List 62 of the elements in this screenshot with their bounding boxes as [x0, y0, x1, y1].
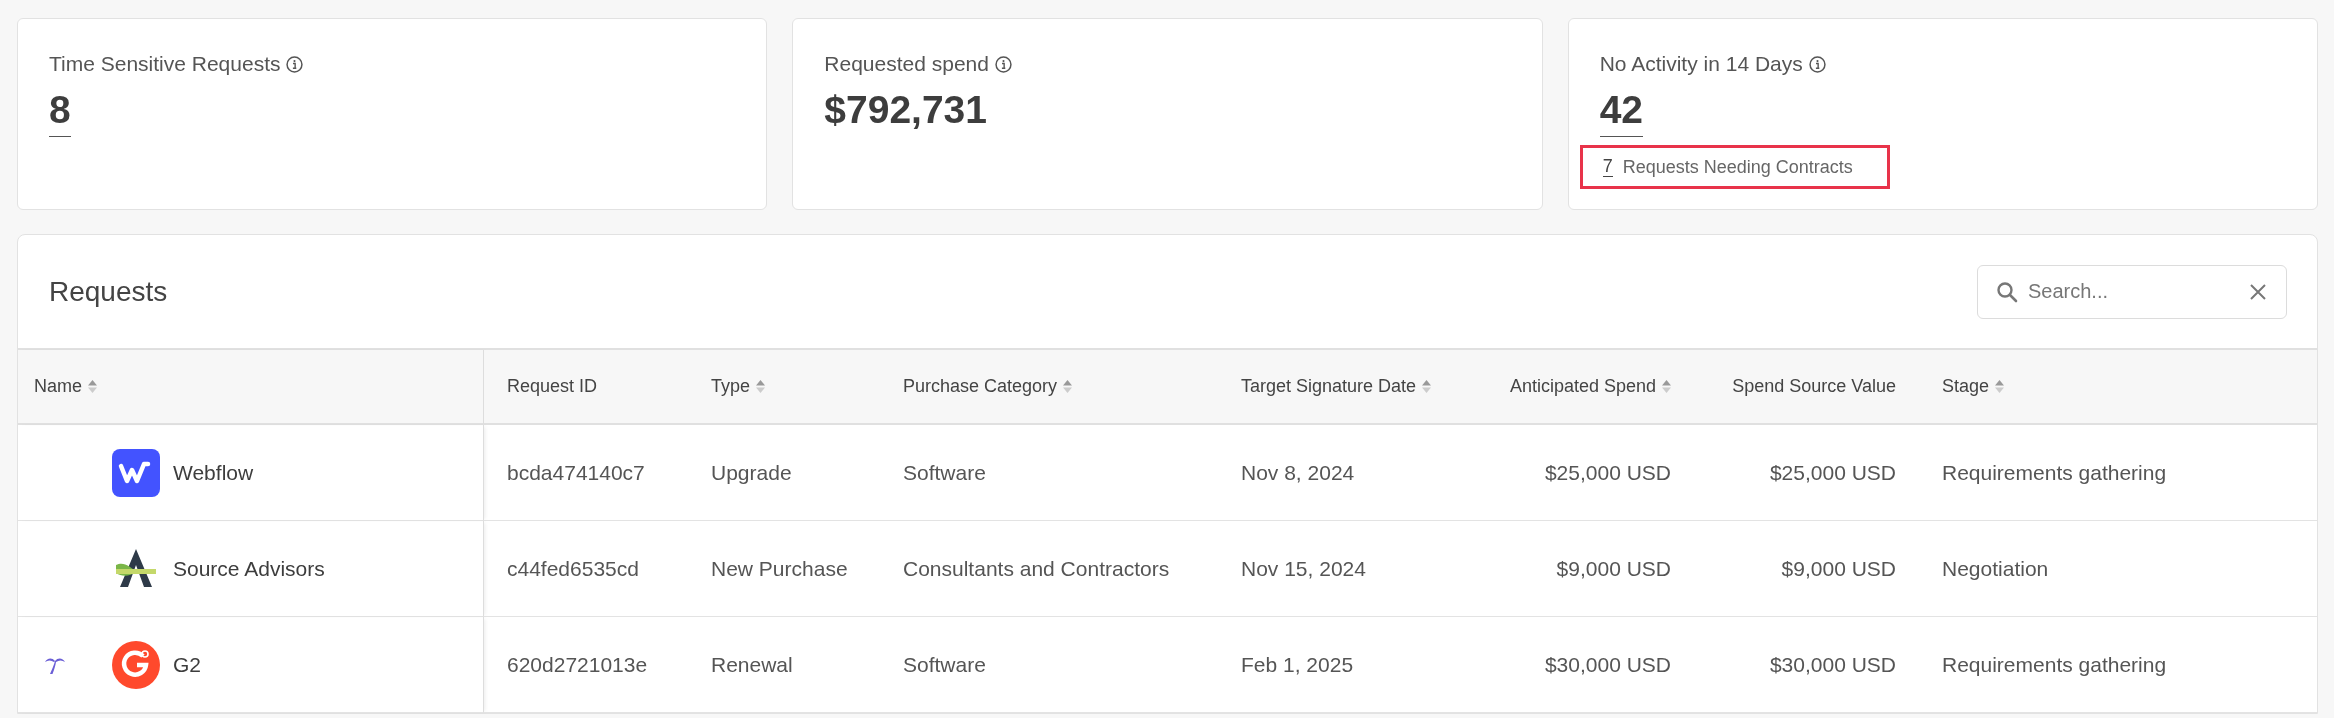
- search-field[interactable]: Search...: [1977, 264, 2287, 319]
- table-cell: Upgrade: [711, 460, 792, 485]
- table-cell: Renewal: [711, 652, 793, 677]
- stat-label: Time Sensitive Requests: [49, 52, 281, 76]
- info-icon[interactable]: [286, 55, 304, 73]
- table-cell: $30,000 USD: [1544, 652, 1671, 677]
- sub-label: Requests Needing Contracts: [1622, 156, 1853, 178]
- table-cell: $30,000 USD: [1769, 652, 1896, 677]
- header-cell[interactable]: Type: [688, 350, 880, 425]
- table-cell: bcda474140c7: [507, 460, 645, 485]
- header-cell[interactable]: Stage: [1919, 350, 2317, 425]
- column-header: Type: [711, 376, 751, 397]
- table-cell: c44fed6535cd: [507, 556, 639, 581]
- table-cell: Requirements gathering: [1942, 460, 2167, 485]
- close-icon[interactable]: [2250, 283, 2266, 300]
- stat-label: No Activity in 14 Days: [1599, 52, 1803, 76]
- search-icon: [1996, 280, 2018, 303]
- column-header: Request ID: [507, 376, 598, 397]
- table-cell: Consultants and Contractors: [903, 556, 1170, 581]
- table-cell: $9,000 USD: [1781, 556, 1896, 581]
- vendor-name[interactable]: Source Advisors: [173, 556, 325, 581]
- stat-value[interactable]: 8: [49, 88, 71, 137]
- table-cell: $9,000 USD: [1556, 556, 1671, 581]
- column-header: Name: [34, 376, 82, 397]
- table-cell: $25,000 USD: [1769, 460, 1896, 485]
- table-cell: Software: [903, 652, 986, 677]
- column-header: Spend Source Value: [1732, 376, 1896, 397]
- info-icon[interactable]: [994, 55, 1012, 73]
- table-cell: Requirements gathering: [1942, 652, 2167, 677]
- header-cell[interactable]: Purchase Category: [880, 350, 1218, 425]
- sort-icon[interactable]: [1662, 380, 1671, 393]
- vendor-name[interactable]: Webflow: [173, 460, 254, 485]
- logo-icon: [112, 640, 160, 689]
- logo-icon: [112, 448, 160, 497]
- table-cell: Negotiation: [1942, 556, 2049, 581]
- header-cell[interactable]: Target Signature Date: [1218, 350, 1458, 425]
- column-header: Target Signature Date: [1241, 376, 1417, 397]
- column-header: Purchase Category: [903, 376, 1058, 397]
- sort-icon[interactable]: [1995, 380, 2005, 393]
- sub-count-link[interactable]: 7: [1602, 156, 1613, 178]
- panel-title: Requests: [49, 275, 168, 308]
- table-cell: Software: [903, 460, 986, 485]
- stat-value: $792,731: [824, 88, 987, 133]
- table-cell: 620d2721013e: [507, 652, 648, 677]
- table-cell: $25,000 USD: [1544, 460, 1671, 485]
- header-cell[interactable]: Name: [18, 350, 484, 425]
- search-input[interactable]: Search...: [2026, 279, 2242, 304]
- vendor-name[interactable]: G2: [173, 652, 201, 677]
- column-header: Anticipated Spend: [1509, 376, 1656, 397]
- sort-icon[interactable]: [1422, 380, 1432, 393]
- column-header: Stage: [1942, 376, 1990, 397]
- header-cell[interactable]: Anticipated Spend: [1458, 350, 1694, 425]
- sort-icon[interactable]: [88, 380, 97, 393]
- table-cell: Nov 15, 2024: [1241, 556, 1366, 581]
- sort-icon[interactable]: [756, 380, 766, 393]
- stat-value[interactable]: 42: [1599, 88, 1644, 137]
- stat-label: Requested spend: [824, 52, 989, 76]
- sort-icon[interactable]: [1063, 380, 1073, 393]
- table-cell: Nov 8, 2024: [1241, 460, 1355, 485]
- info-icon[interactable]: [1808, 55, 1826, 73]
- table-cell: New Purchase: [711, 556, 848, 581]
- table-cell: Feb 1, 2025: [1241, 652, 1354, 677]
